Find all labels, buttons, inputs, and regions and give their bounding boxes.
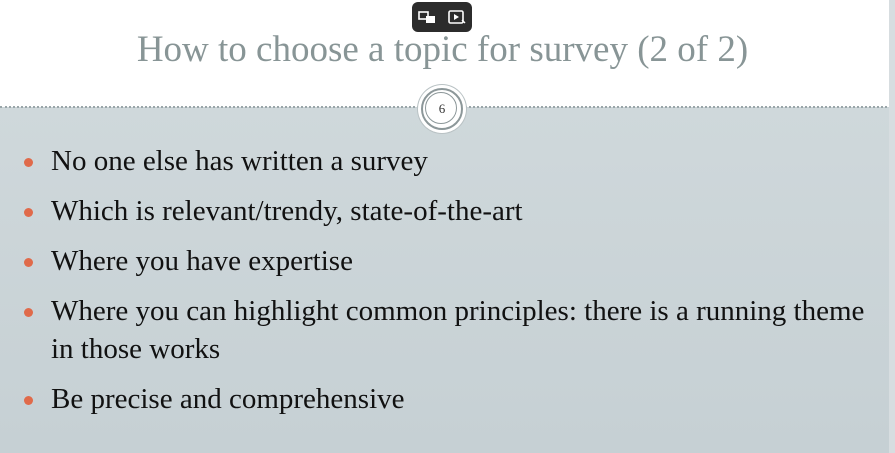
bullet-marker: [24, 208, 33, 217]
presentation-slide: How to choose a topic for survey (2 of 2…: [0, 0, 895, 453]
slide-number-ring: [425, 92, 457, 124]
presenter-overlay-toolbar: [412, 2, 472, 32]
bullet-text: Where you can highlight common principle…: [51, 295, 865, 365]
present-icon: [448, 10, 466, 24]
bullet-item: Where you have expertise: [24, 242, 874, 280]
bullet-item: No one else has written a survey: [24, 142, 874, 180]
bullet-marker: [24, 308, 33, 317]
bullet-marker: [24, 158, 33, 167]
bullet-text: Be precise and comprehensive: [51, 383, 405, 415]
bullet-marker: [24, 396, 33, 405]
swap-screens-icon: [418, 11, 435, 23]
bullet-marker: [24, 258, 33, 267]
bullet-list: No one else has written a survey Which i…: [24, 142, 874, 430]
slide-title: How to choose a topic for survey (2 of 2…: [136, 29, 749, 70]
present-button[interactable]: [447, 9, 467, 25]
bullet-text: Where you have expertise: [51, 245, 353, 277]
window-edge: [889, 0, 895, 453]
bullet-item: Be precise and comprehensive: [24, 380, 874, 418]
slide-number-badge: 6: [421, 88, 463, 130]
swap-screens-button[interactable]: [417, 9, 437, 25]
bullet-text: Which is relevant/trendy, state-of-the-a…: [51, 195, 523, 227]
bullet-text: No one else has written a survey: [51, 145, 428, 177]
bullet-item: Where you can highlight common principle…: [24, 292, 874, 368]
bullet-item: Which is relevant/trendy, state-of-the-a…: [24, 192, 874, 230]
